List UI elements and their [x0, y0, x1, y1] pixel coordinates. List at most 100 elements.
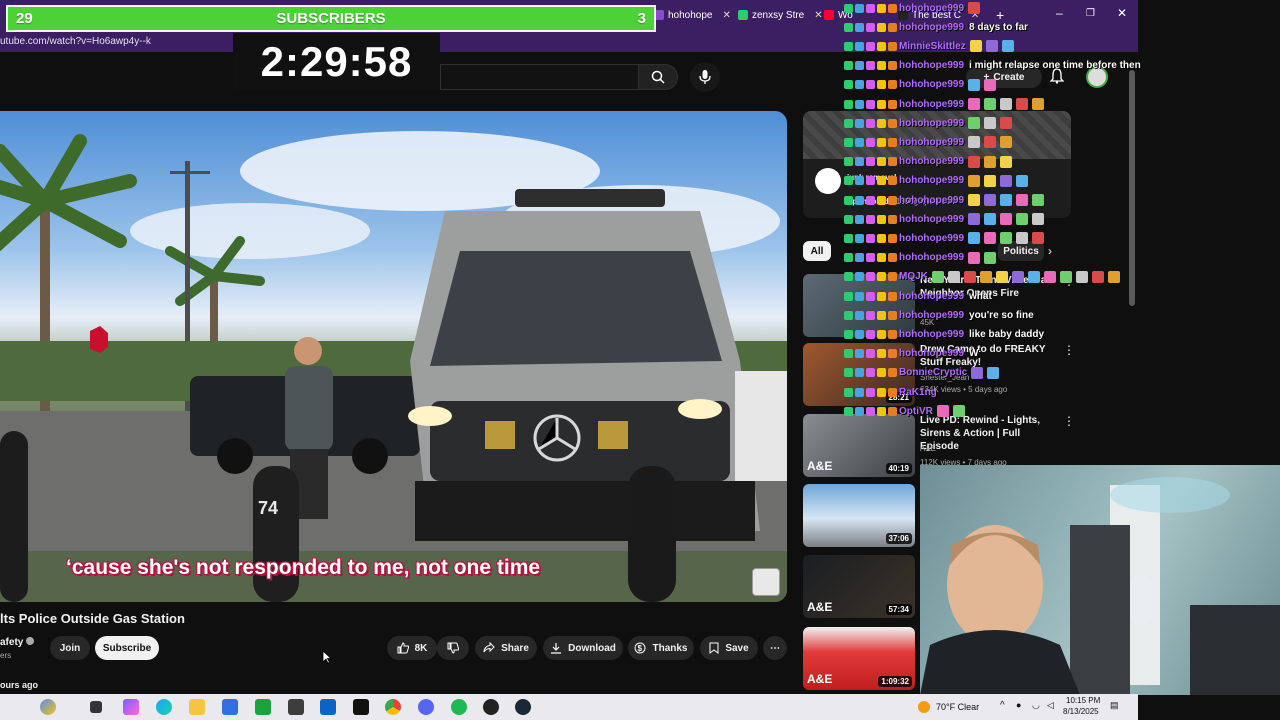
- file-explorer-icon[interactable]: [189, 699, 205, 715]
- save-label: Save: [725, 642, 749, 654]
- thanks-label: Thanks: [652, 642, 688, 654]
- dislike-button[interactable]: [437, 636, 469, 660]
- chrome-icon[interactable]: [385, 699, 401, 715]
- volume-icon[interactable]: ◁: [1047, 700, 1054, 711]
- copilot-icon[interactable]: [40, 699, 56, 715]
- chat-badge-icon: [855, 80, 864, 90]
- close-window-button[interactable]: ✕: [1117, 6, 1127, 20]
- chat-badge-icon: [855, 368, 864, 378]
- chat-badge-icon: [844, 387, 853, 397]
- maximize-button[interactable]: ❐: [1086, 8, 1095, 19]
- chat-emote-icon: [936, 405, 949, 418]
- microphone-icon[interactable]: ●: [1016, 700, 1021, 710]
- chat-emote-icon: [968, 117, 981, 130]
- channel-name[interactable]: afety: [0, 637, 35, 648]
- chat-badge-icon: [877, 272, 886, 282]
- subscribe-button[interactable]: Subscribe: [95, 636, 159, 660]
- chat-badge-icon: [866, 368, 875, 378]
- chat-emote-icon: [984, 98, 997, 110]
- discord-icon[interactable]: [418, 699, 434, 715]
- weather-text[interactable]: 70°F Clear: [936, 702, 979, 712]
- voice-search-button[interactable]: [690, 62, 720, 92]
- join-button[interactable]: Join: [50, 636, 90, 660]
- minimize-button[interactable]: –: [1056, 6, 1063, 20]
- tiktok-icon[interactable]: [353, 699, 369, 715]
- chat-message: OptiVR: [844, 403, 965, 419]
- chat-badge-icon: [866, 118, 875, 128]
- more-horizontal-icon: ⋯: [770, 642, 780, 654]
- chat-badge-icon: [877, 99, 886, 109]
- obs-icon[interactable]: [483, 699, 499, 715]
- chat-username: hohohope999: [899, 290, 965, 302]
- chat-badge-icon: [866, 406, 875, 416]
- chat-message: hohohope999 W: [844, 346, 978, 362]
- chat-badge-icon: [866, 291, 875, 301]
- thanks-button[interactable]: $ Thanks: [628, 636, 694, 660]
- chat-badge-icon: [866, 233, 875, 243]
- upload-time: ours ago: [0, 680, 39, 690]
- chat-text: like baby daddy: [969, 328, 1045, 340]
- search-button[interactable]: [638, 64, 678, 90]
- chat-badge-icon: [866, 157, 875, 167]
- more-vertical-icon[interactable]: ⋮: [1063, 414, 1075, 428]
- sidebar-scrollbar[interactable]: [1129, 70, 1135, 306]
- xbox-icon[interactable]: [255, 699, 271, 715]
- edge-icon[interactable]: [156, 699, 172, 715]
- outlook-icon[interactable]: [320, 699, 336, 715]
- clock-time[interactable]: 10:15 PM: [1066, 696, 1100, 705]
- download-icon: [551, 643, 562, 654]
- weather-icon[interactable]: [918, 701, 930, 713]
- search-input[interactable]: [440, 64, 638, 90]
- chat-badge-icon: [866, 272, 875, 282]
- notifications-icon[interactable]: ▤: [1110, 700, 1119, 711]
- browser-tab-1[interactable]: hohohope ✕: [654, 5, 731, 25]
- chat-emote-icon: [1032, 194, 1045, 206]
- chat-badge-icon: [888, 291, 897, 301]
- chat-badge-icon: [844, 253, 853, 263]
- chevron-right-icon[interactable]: ›: [1048, 244, 1052, 258]
- chat-badge-icon: [844, 195, 853, 205]
- like-button[interactable]: 8K: [387, 636, 437, 660]
- chat-badge-icon: [844, 3, 853, 13]
- chat-badge-icon: [888, 233, 897, 243]
- microphone-icon: [699, 70, 711, 84]
- store-icon[interactable]: [222, 699, 238, 715]
- chat-username: hohohope999: [899, 348, 965, 360]
- video-player[interactable]: 74: [0, 111, 787, 602]
- tray-overflow-icon[interactable]: ^: [1000, 700, 1005, 711]
- chat-emote-icon: [1032, 213, 1045, 226]
- chat-badge-icon: [855, 406, 864, 416]
- copilot-app-icon[interactable]: [123, 699, 139, 715]
- share-icon: [483, 642, 495, 653]
- chip-all[interactable]: All: [803, 241, 831, 261]
- task-view-icon[interactable]: [90, 701, 102, 713]
- video-thumbnail: A&E 57:34: [803, 555, 915, 618]
- chat-badge-icon: [888, 157, 897, 167]
- chat-username: hohohope999: [899, 252, 965, 264]
- more-vertical-icon[interactable]: ⋮: [1063, 343, 1075, 357]
- network-icon[interactable]: ◡: [1032, 700, 1040, 711]
- browser-tab-2[interactable]: zenxsy Stre ✕: [738, 5, 823, 25]
- chat-emote-icon: [1107, 270, 1120, 283]
- spotify-icon[interactable]: [451, 699, 467, 715]
- clock-date[interactable]: 8/13/2025: [1063, 707, 1099, 716]
- chat-text: W: [969, 348, 979, 360]
- app-icon[interactable]: [288, 699, 304, 715]
- close-icon[interactable]: ✕: [723, 10, 731, 21]
- steam-icon[interactable]: [515, 699, 531, 715]
- chat-username: MQJK: [899, 271, 928, 283]
- chat-badge-icon: [855, 310, 864, 320]
- thumbs-down-icon: [447, 642, 459, 654]
- chat-badge-icon: [877, 387, 886, 397]
- chat-badge-icon: [844, 349, 853, 359]
- close-icon[interactable]: ✕: [814, 10, 822, 21]
- chat-badge-icon: [844, 157, 853, 167]
- share-button[interactable]: Share: [475, 636, 537, 660]
- download-button[interactable]: Download: [543, 636, 623, 660]
- more-actions-button[interactable]: ⋯: [763, 636, 787, 660]
- chat-badge-icon: [877, 61, 886, 71]
- chat-badge-icon: [866, 349, 875, 359]
- channel-watermark-icon[interactable]: [752, 568, 780, 596]
- save-button[interactable]: Save: [700, 636, 758, 660]
- chat-message: hohohope999: [844, 154, 1013, 170]
